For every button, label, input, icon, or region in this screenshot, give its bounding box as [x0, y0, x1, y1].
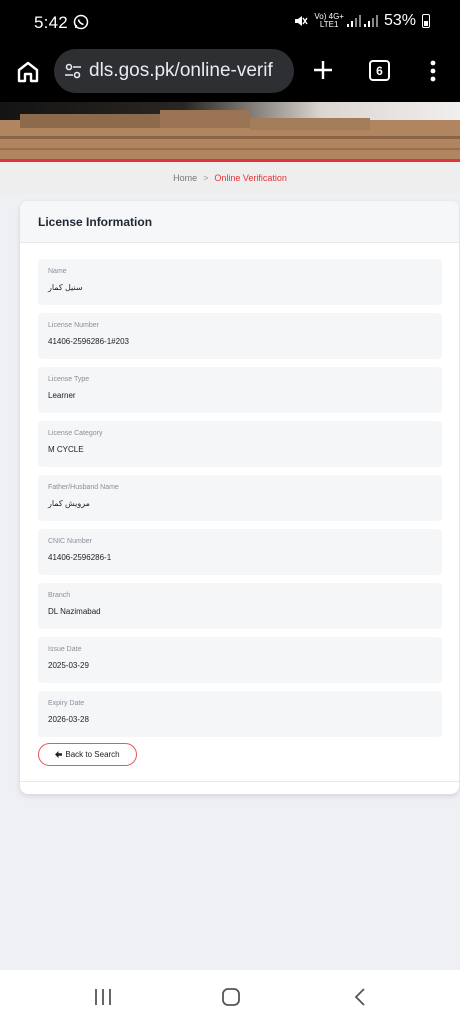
field-label: License Number — [48, 322, 99, 329]
field-value: 41406-2596286-1#203 — [48, 337, 129, 346]
breadcrumb-home-link[interactable]: Home — [173, 173, 197, 183]
system-nav-bar — [0, 970, 460, 1024]
network-sub: LTE1 — [319, 20, 339, 29]
field-value: DL Nazimabad — [48, 607, 101, 616]
recent-apps-icon[interactable] — [93, 988, 113, 1006]
field-value: 2026-03-28 — [48, 715, 89, 724]
field-value: سنیل کمار — [48, 283, 83, 292]
network-indicator: Vo) 4G+ LTE1 — [314, 13, 378, 29]
battery-icon — [422, 14, 430, 28]
tab-switcher-button[interactable]: 6 — [369, 60, 390, 81]
home-nav-icon[interactable] — [221, 987, 241, 1007]
field-name: Name سنیل کمار — [38, 259, 442, 305]
license-fields: Name سنیل کمار License Number 41406-2596… — [38, 259, 442, 745]
field-value: M CYCLE — [48, 445, 84, 454]
field-father-husband-name: Father/Husband Name مرویش کمار — [38, 475, 442, 521]
field-label: Branch — [48, 592, 71, 599]
arrow-left-icon — [55, 751, 63, 758]
card-divider — [20, 781, 459, 782]
url-text[interactable]: dls.gos.pk/online-verif — [89, 60, 273, 82]
status-time: 5:42 — [34, 13, 68, 32]
whatsapp-icon — [73, 14, 89, 30]
field-label: License Type — [48, 376, 90, 383]
card-title: License Information — [38, 214, 153, 229]
field-expiry-date: Expiry Date 2026-03-28 — [38, 691, 442, 737]
back-nav-icon[interactable] — [352, 987, 368, 1007]
signal-icon-2 — [363, 15, 378, 27]
field-label: CNIC Number — [48, 538, 92, 545]
battery-percent: 53% — [383, 12, 416, 29]
mute-icon — [295, 16, 308, 26]
field-issue-date: Issue Date 2025-03-29 — [38, 637, 442, 683]
status-indicators: Vo) 4G+ LTE1 53% — [294, 12, 430, 30]
site-settings-icon[interactable] — [63, 61, 83, 81]
field-license-type: License Type Learner — [38, 367, 442, 413]
header-banner-image — [0, 102, 460, 159]
field-label: Expiry Date — [48, 700, 85, 707]
more-menu-icon[interactable] — [424, 58, 442, 84]
field-cnic-number: CNIC Number 41406-2596286-1 — [38, 529, 442, 575]
field-label: License Category — [48, 430, 103, 437]
breadcrumb-current: Online Verification — [214, 173, 287, 183]
card-header: License Information — [20, 201, 459, 243]
field-branch: Branch DL Nazimabad — [38, 583, 442, 629]
breadcrumb: Home > Online Verification — [0, 162, 460, 194]
field-label: Issue Date — [48, 646, 82, 653]
field-label: Father/Husband Name — [48, 484, 119, 491]
field-value: 41406-2596286-1 — [48, 553, 112, 562]
field-value: 2025-03-29 — [48, 661, 89, 670]
signal-icon — [346, 15, 361, 27]
field-license-category: License Category M CYCLE — [38, 421, 442, 467]
license-info-card: License Information Name سنیل کمار Licen… — [20, 201, 459, 794]
breadcrumb-separator: > — [203, 173, 209, 183]
home-icon[interactable] — [14, 58, 42, 86]
back-to-search-button[interactable]: Back to Search — [38, 743, 137, 766]
new-tab-icon[interactable] — [310, 57, 336, 83]
field-value: Learner — [48, 391, 76, 400]
field-license-number: License Number 41406-2596286-1#203 — [38, 313, 442, 359]
field-value: مرویش کمار — [48, 499, 90, 508]
browser-toolbar: dls.gos.pk/online-verif 6 — [0, 46, 460, 102]
address-bar[interactable]: dls.gos.pk/online-verif — [54, 49, 294, 93]
status-bar: 5:42 Vo) 4G+ LTE1 53% — [0, 0, 460, 46]
back-button-label: Back to Search — [65, 750, 120, 759]
field-label: Name — [48, 268, 67, 275]
